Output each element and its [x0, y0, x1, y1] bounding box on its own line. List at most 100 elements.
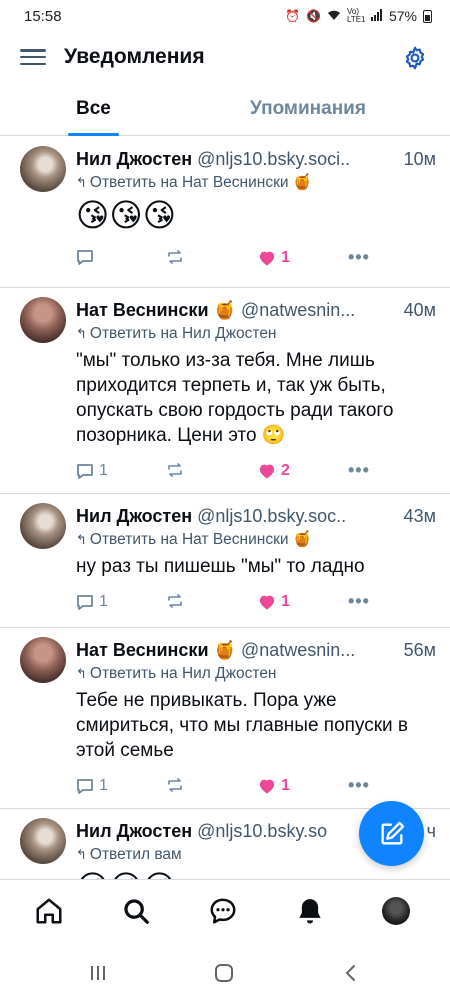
like-count: 1 — [281, 249, 290, 266]
notification-tabs: Все Упоминания — [0, 84, 450, 136]
repost-button[interactable] — [166, 462, 184, 478]
author-name[interactable]: Нил Джостен — [76, 821, 192, 841]
notification-item[interactable]: Нат Веснински 🍯 @natwesnin... 56м ↰ Ответ… — [0, 628, 450, 809]
active-tab-indicator — [68, 133, 119, 136]
status-time: 15:58 — [24, 7, 62, 25]
reply-arrow-icon: ↰ — [76, 847, 87, 862]
comment-icon — [77, 594, 93, 610]
notification-feed[interactable]: Нил Джостен @nljs10.bsky.soci.. 10м ↰ Отв… — [0, 137, 450, 879]
author-handle[interactable]: @nljs10.bsky.soc.. — [197, 506, 346, 526]
author-name[interactable]: Нат Веснински 🍯 — [76, 640, 236, 660]
reply-to[interactable]: ↰ Ответить на Нат Веснински 🍯 — [76, 529, 436, 551]
repost-button[interactable] — [166, 777, 184, 793]
heart-icon — [259, 595, 275, 610]
notification-item[interactable]: Нил Джостен @nljs10.bsky.soci.. 10м ↰ Отв… — [0, 137, 450, 288]
more-options-icon[interactable]: ••• — [348, 775, 370, 796]
avatar[interactable] — [20, 297, 66, 343]
reply-to-label: Ответил вам — [89, 846, 182, 863]
post-text: ну раз ты пишешь "мы" то ладно — [76, 556, 365, 577]
reply-count: 1 — [99, 462, 108, 479]
repost-icon — [168, 778, 182, 792]
reply-arrow-icon: ↰ — [76, 326, 87, 341]
reply-button[interactable]: 1 — [76, 593, 108, 611]
post-actions: 1 ••• — [76, 239, 436, 279]
comment-icon — [77, 250, 93, 265]
reply-arrow-icon: ↰ — [76, 666, 87, 681]
battery-percent: 57% — [388, 8, 417, 24]
more-options-icon[interactable]: ••• — [348, 591, 370, 612]
notification-item[interactable]: Нил Джостен @nljs10.bsky.soc.. 43м ↰ Отве… — [0, 494, 450, 628]
notifications-icon[interactable] — [295, 896, 325, 926]
like-count: 2 — [281, 462, 290, 479]
repost-button[interactable] — [166, 593, 184, 609]
post-time: 43м — [401, 504, 436, 528]
tab-mentions[interactable]: Упоминания — [250, 98, 366, 120]
author-name[interactable]: Нил Джостен — [76, 506, 192, 526]
author-handle[interactable]: @nljs10.bsky.so — [197, 821, 327, 841]
more-options-icon[interactable]: ••• — [348, 247, 370, 268]
avatar[interactable] — [20, 818, 66, 864]
repost-button[interactable] — [166, 249, 184, 265]
post-actions: 1 1 ••• — [76, 767, 436, 807]
reply-button[interactable]: 1 — [76, 462, 108, 480]
reply-to[interactable]: ↰ Ответить на Нил Джостен — [76, 663, 436, 685]
author-handle[interactable]: @natwesnin... — [241, 640, 355, 660]
search-icon[interactable] — [121, 896, 151, 926]
author-handle[interactable]: @natwesnin... — [241, 300, 355, 320]
reply-arrow-icon: ↰ — [76, 175, 87, 190]
like-button[interactable]: 1 — [258, 249, 290, 267]
avatar[interactable] — [20, 146, 66, 192]
like-button[interactable]: 2 — [258, 462, 290, 480]
author-name[interactable]: Нил Джостен — [76, 149, 192, 169]
post-header: Нил Джостен @nljs10.bsky.soci.. 10м — [76, 147, 436, 171]
recent-apps-icon[interactable] — [88, 963, 108, 989]
page-title: Уведомления — [64, 45, 205, 68]
post-time: 56м — [401, 638, 436, 662]
comment-icon — [77, 463, 93, 479]
gear-icon[interactable] — [402, 45, 428, 71]
author-handle[interactable]: @nljs10.bsky.soci.. — [197, 149, 350, 169]
wifi-icon — [327, 9, 341, 24]
mute-icon: 🔇 — [306, 9, 321, 23]
reply-button[interactable]: 1 — [76, 777, 108, 795]
avatar[interactable] — [20, 637, 66, 683]
avatar[interactable] — [20, 503, 66, 549]
compose-button[interactable] — [359, 801, 424, 866]
messages-icon[interactable] — [208, 896, 238, 926]
reply-arrow-icon: ↰ — [76, 532, 87, 547]
compose-icon — [381, 821, 404, 844]
reply-count: 1 — [99, 777, 108, 794]
like-count: 1 — [281, 593, 290, 610]
like-count: 1 — [281, 777, 290, 794]
post-header: Нат Веснински 🍯 @natwesnin... 40м — [76, 298, 436, 322]
bottom-nav — [0, 879, 450, 949]
home-icon[interactable] — [34, 896, 64, 926]
back-icon[interactable] — [341, 963, 361, 989]
reply-to[interactable]: ↰ Ответить на Нат Веснински 🍯 — [76, 172, 436, 194]
notification-item[interactable]: Нат Веснински 🍯 @natwesnin... 40м ↰ Ответ… — [0, 288, 450, 494]
reply-to[interactable]: ↰ Ответить на Нил Джостен — [76, 323, 436, 345]
like-button[interactable]: 1 — [258, 593, 290, 611]
post-text: Тебе не привыкать. Пора уже смириться, ч… — [76, 690, 409, 761]
reply-button[interactable] — [76, 249, 99, 266]
reply-to-label: Ответить на Нил Джостен — [89, 325, 277, 342]
comment-icon — [77, 778, 93, 794]
post-actions: 1 1 ••• — [76, 583, 436, 623]
author-name[interactable]: Нат Веснински 🍯 — [76, 300, 236, 320]
like-button[interactable]: 1 — [258, 777, 290, 795]
profile-avatar[interactable] — [382, 897, 410, 925]
tab-all[interactable]: Все — [76, 98, 111, 120]
menu-icon[interactable] — [20, 46, 46, 68]
repost-icon — [168, 463, 182, 477]
alarm-icon: ⏰ — [285, 9, 301, 23]
post-time: ч — [424, 819, 436, 843]
reply-to-label: Ответить на Нат Веснински 🍯 — [89, 531, 313, 548]
signal-icon — [370, 8, 383, 24]
post-time: 40м — [401, 298, 436, 322]
heart-icon — [259, 779, 275, 794]
reply-count: 1 — [99, 593, 108, 610]
more-options-icon[interactable]: ••• — [348, 460, 370, 481]
app-header: Уведомления — [0, 36, 450, 80]
home-button-icon[interactable] — [214, 963, 234, 989]
status-icons: ⏰ 🔇 Vo) LTE1 57% — [285, 8, 432, 24]
